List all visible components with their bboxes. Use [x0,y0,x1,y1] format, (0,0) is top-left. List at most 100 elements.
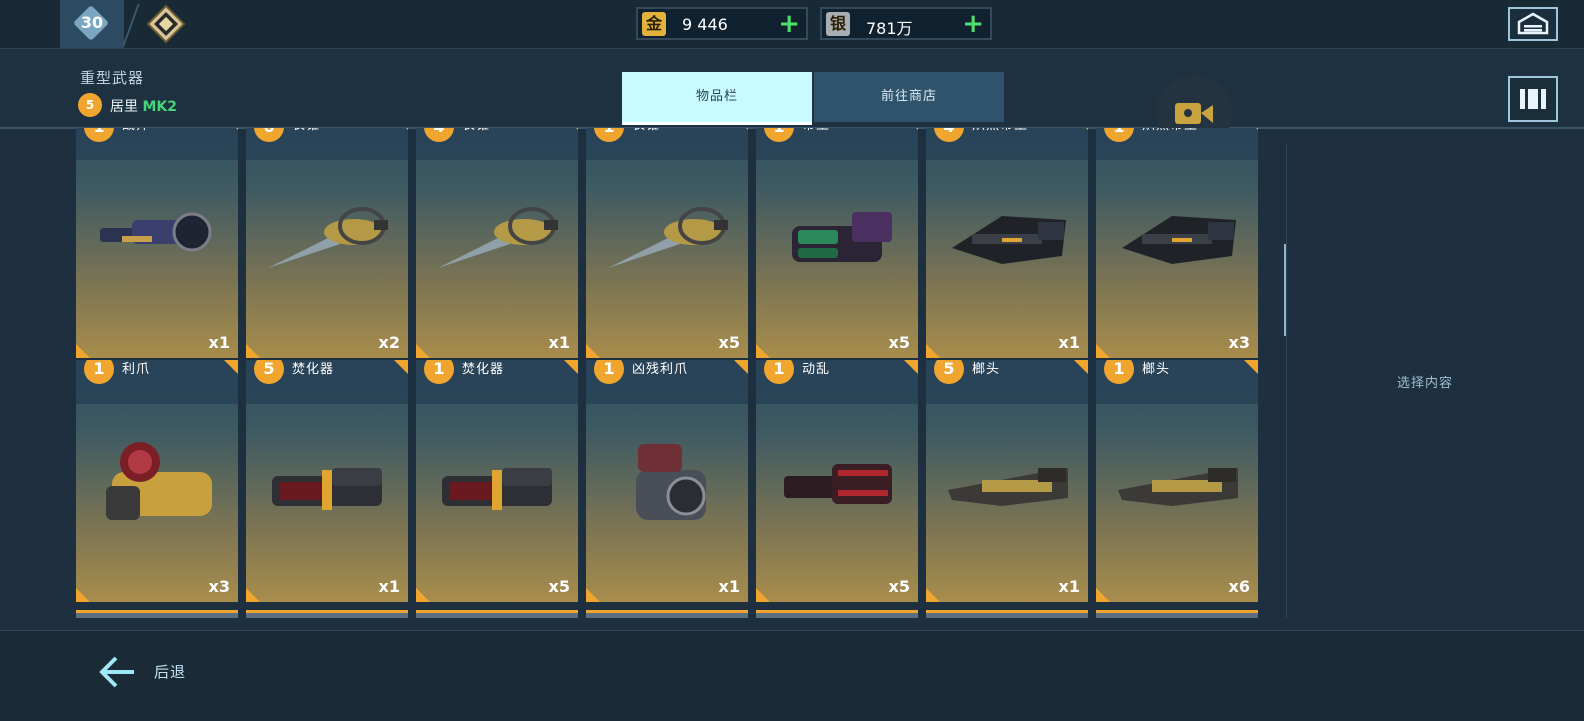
robot-level-badge: 5 [78,93,102,117]
inventory-item-card[interactable]: 1 凶残利爪 x1 [586,360,748,602]
inventory-item-card[interactable]: 4长锥x1 [416,128,578,358]
inventory-item-card-partial[interactable] [76,610,238,618]
corner-accent [394,360,408,374]
corner-accent [224,360,238,374]
silver-amount: 781万 [866,19,913,38]
weapon-cannon-red-icon [272,468,382,510]
gold-amount: 9 446 [682,15,728,34]
inventory-item-card[interactable]: 1 焚化器 x5 [416,360,578,602]
back-arrow-icon [99,656,134,688]
item-quantity: x1 [1058,577,1080,596]
inventory-item-card[interactable]: 1战斧x1 [76,128,238,358]
tab-go-to-shop[interactable]: 前往商店 [814,72,1004,122]
item-name: 长锥 [462,128,490,133]
player-level-badge[interactable]: 30 [60,0,124,48]
corner-accent [904,128,918,130]
robot-mk-label: MK2 [142,99,177,115]
hangar-icon [1517,12,1549,35]
item-name: 榔头 [1142,362,1171,377]
item-name: 动乱 [802,362,831,377]
gold-icon: 金 [642,12,666,36]
hangar-button[interactable] [1508,7,1558,41]
item-quantity: x1 [718,577,740,596]
inventory-item-card[interactable]: 1 动乱 x5 [756,360,918,602]
item-name: 长锥 [632,128,660,133]
item-quantity: x1 [208,333,230,352]
inventory-item-card-partial[interactable] [246,610,408,618]
corner-accent [564,128,578,130]
robot-name-text: 居里 [110,99,138,115]
corner-accent [246,588,260,602]
inventory-item-card[interactable]: 5 焚化器 x1 [246,360,408,602]
inventory-item-card-partial[interactable] [926,610,1088,618]
corner-accent [224,128,238,130]
inventory-item-card-partial[interactable] [586,610,748,618]
weapon-minigun-red-icon [784,464,892,504]
item-quantity: x6 [1228,577,1250,596]
item-name: 凶残利爪 [632,362,689,377]
weapon-rocket-pod-yellow-icon [106,442,212,520]
corner-accent [926,344,940,358]
slots-view-button[interactable] [1508,76,1558,122]
item-name: 战斧 [122,128,150,133]
inventory-item-card[interactable]: 1帝王x5 [756,128,918,358]
item-quantity: x1 [1058,333,1080,352]
category-title: 重型武器 [80,69,145,87]
inventory-item-card[interactable]: 5 榔头 x1 [926,360,1088,602]
rank-emblem-icon[interactable] [146,4,186,44]
item-name: 帝王 [802,128,830,133]
item-quantity: x5 [888,333,910,352]
corner-accent [1096,344,1110,358]
item-name: 榔头 [972,362,1001,377]
corner-accent [1244,360,1258,374]
corner-accent [416,588,430,602]
robot-name: 居里 MK2 [110,96,177,116]
weapon-launcher-dark-icon [1122,216,1236,264]
corner-accent [586,344,600,358]
weapon-railgun-gold-icon [948,468,1068,506]
item-name: 焚化器 [462,362,505,377]
weapon-launcher-green-icon [792,212,892,262]
inventory-item-card[interactable]: 1 利爪 x3 [76,360,238,602]
inventory-item-card-partial[interactable] [416,610,578,618]
corner-accent [756,588,770,602]
corner-accent [1096,588,1110,602]
slots-icon [1520,89,1546,109]
item-name: 炽烈帝王 [1142,128,1198,133]
panel-divider [1286,144,1287,618]
inventory-item-card-partial[interactable] [756,610,918,618]
inventory-item-card[interactable]: 1炽烈帝王x3 [1096,128,1258,358]
corner-accent [394,128,408,130]
inventory-item-card[interactable]: 1 榔头 x6 [1096,360,1258,602]
item-quantity: x5 [888,577,910,596]
corner-accent [756,344,770,358]
inventory-item-card[interactable]: 4炽烈帝王x1 [926,128,1088,358]
corner-accent [1244,128,1258,130]
weapon-railgun-gold-icon [1118,468,1238,506]
inventory-item-card[interactable]: 1长锥x5 [586,128,748,358]
item-name: 炽烈帝王 [972,128,1028,133]
details-placeholder: 选择内容 [1397,376,1454,391]
inventory-grid: 1战斧x16长锥x24长锥x11长锥x51帝王x54炽烈帝王x11炽烈帝王x3 … [0,128,1270,618]
weapon-lance-gold-icon [268,207,388,268]
corner-accent [564,360,578,374]
player-level: 30 [80,13,104,32]
inventory-item-card-partial[interactable] [1096,610,1258,618]
silver-icon: 银 [826,12,850,36]
item-quantity: x5 [718,333,740,352]
bottom-bar: 后退 [0,630,1584,721]
corner-accent [1074,360,1088,374]
back-button[interactable]: 后退 [98,655,218,689]
tab-inventory[interactable]: 物品栏 [622,72,812,125]
corner-accent [246,344,260,358]
add-gold-button[interactable]: + [778,9,800,39]
item-quantity: x1 [378,577,400,596]
add-silver-button[interactable]: + [962,9,984,39]
weapon-lance-gold-icon [608,207,728,268]
item-quantity: x3 [1228,333,1250,352]
back-label: 后退 [154,663,187,681]
corner-accent [76,588,90,602]
corner-accent [416,344,430,358]
item-quantity: x5 [548,577,570,596]
inventory-item-card[interactable]: 6长锥x2 [246,128,408,358]
